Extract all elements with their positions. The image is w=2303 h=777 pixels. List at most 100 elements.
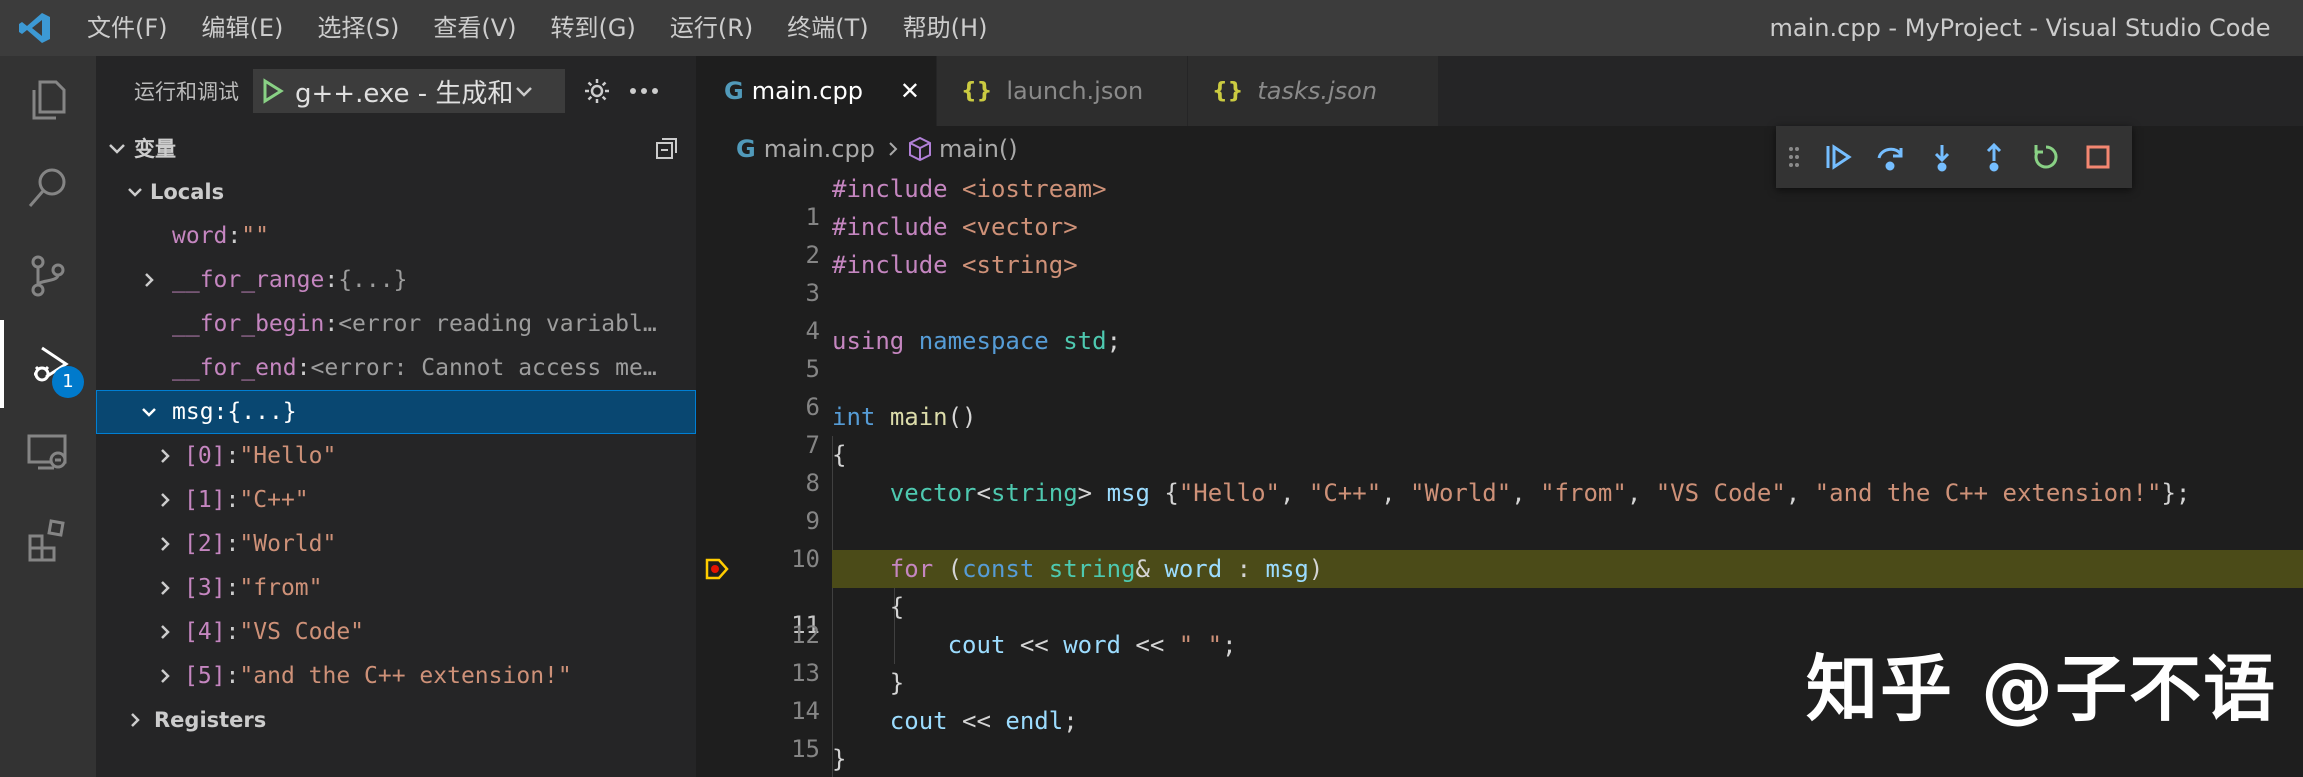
activity-search[interactable]	[0, 144, 96, 232]
activity-remote-explorer[interactable]	[0, 408, 96, 496]
token: msg	[1265, 555, 1309, 583]
code-line-current: 11 for (const string& word : msg)	[696, 550, 2303, 639]
code-line: 8 {	[696, 436, 2303, 497]
token: "from"	[1540, 479, 1627, 507]
tab-tasks-json[interactable]: {} tasks.json	[1188, 56, 1438, 126]
variable-row[interactable]: word: ""	[96, 214, 696, 258]
debug-config-select[interactable]: g++.exe - 生成和调试活动文件	[253, 69, 565, 113]
chevron-right-icon	[136, 270, 162, 290]
variable-sep: :	[225, 531, 240, 557]
chevron-down-icon	[109, 144, 125, 154]
token: <vector>	[947, 213, 1078, 241]
menu-view[interactable]: 查看(V)	[416, 0, 533, 56]
tab-main-cpp[interactable]: G main.cpp ✕	[696, 56, 936, 126]
variable-name: msg	[172, 399, 214, 425]
variable-value: "VS Code"	[239, 619, 365, 645]
variable-row-selected[interactable]: msg: {...}	[96, 390, 696, 434]
token: {	[832, 441, 847, 469]
menu-help[interactable]: 帮助(H)	[886, 0, 1005, 56]
files-icon	[32, 80, 66, 120]
code-line: 5 using namespace std;	[696, 322, 2303, 383]
chevron-right-icon	[152, 534, 178, 554]
menu-run[interactable]: 运行(R)	[653, 0, 770, 56]
token: }	[832, 745, 847, 773]
more-actions-icon[interactable]	[629, 87, 659, 95]
play-icon[interactable]	[261, 78, 285, 104]
variable-name: __for_range	[172, 267, 325, 293]
token: string	[1048, 555, 1136, 583]
menu-terminal[interactable]: 终端(T)	[770, 0, 885, 56]
variable-sep: :	[227, 223, 242, 249]
variable-sep: :	[296, 355, 311, 381]
variable-row[interactable]: [0]: "Hello"	[96, 434, 696, 478]
variable-value: "World"	[239, 531, 337, 557]
chevron-right-icon	[152, 622, 178, 642]
extensions-icon	[28, 519, 65, 562]
variable-sep: :	[324, 267, 339, 293]
activity-source-control[interactable]	[0, 232, 96, 320]
code-line: 3 #include <string>	[696, 246, 2303, 307]
token: " "	[1178, 631, 1223, 659]
code-line: 16 }	[696, 740, 2303, 777]
cpp-file-icon: G	[724, 77, 744, 105]
token: ()	[947, 403, 977, 431]
tab-launch-json[interactable]: {} launch.json	[937, 56, 1187, 126]
token: {	[1149, 479, 1179, 507]
menu-bar: 文件(F) 编辑(E) 选择(S) 查看(V) 转到(G) 运行(R) 终端(T…	[70, 0, 1004, 56]
chevron-right-icon	[889, 142, 898, 156]
variable-row[interactable]: __for_begin: <error reading variabl…	[96, 302, 696, 346]
chevron-right-icon	[152, 666, 178, 686]
variable-sep: :	[225, 575, 240, 601]
token: cout	[947, 631, 1006, 659]
token: ;	[1106, 327, 1122, 355]
close-icon[interactable]: ✕	[900, 77, 920, 105]
token: "C++"	[1308, 479, 1382, 507]
menu-edit[interactable]: 编辑(E)	[185, 0, 301, 56]
variable-row[interactable]: [2]: "World"	[96, 522, 696, 566]
activity-extensions[interactable]	[0, 496, 96, 584]
variable-name: __for_end	[172, 355, 297, 381]
search-icon	[28, 168, 66, 207]
menu-go[interactable]: 转到(G)	[534, 0, 653, 56]
debug-badge: 1	[52, 366, 84, 398]
variable-row[interactable]: __for_range: {...}	[96, 258, 696, 302]
activity-run-debug[interactable]: 1	[0, 320, 96, 408]
activity-explorer[interactable]	[0, 56, 96, 144]
cpp-file-icon: G	[736, 135, 756, 163]
variable-name: [2]	[184, 531, 226, 557]
menu-file[interactable]: 文件(F)	[70, 0, 185, 56]
chevron-right-icon	[122, 710, 148, 730]
breadcrumb-symbol[interactable]: main()	[939, 135, 1018, 163]
token: <<	[1120, 631, 1179, 659]
token: )	[1308, 555, 1324, 583]
registers-scope[interactable]: Registers	[96, 698, 696, 742]
variable-row[interactable]: [1]: "C++"	[96, 478, 696, 522]
variable-row[interactable]: [3]: "from"	[96, 566, 696, 610]
variable-row[interactable]: __for_end: <error: Cannot access me…	[96, 346, 696, 390]
locals-scope[interactable]: Locals	[96, 170, 696, 214]
debug-config-name: g++.exe - 生成和调试活动文件	[295, 78, 513, 109]
variable-row[interactable]: [4]: "VS Code"	[96, 610, 696, 654]
collapse-all-icon[interactable]	[654, 135, 680, 161]
run-debug-header: 运行和调试 g++.exe - 生成和调试活动文件	[96, 56, 696, 126]
code-line: 12 {	[696, 588, 2303, 649]
variable-row[interactable]: [5]: "and the C++ extension!"	[96, 654, 696, 698]
token: <iostream>	[947, 175, 1107, 203]
restart-icon	[2034, 145, 2058, 169]
watermark: 知乎 @子不语	[1806, 647, 2278, 731]
breadcrumb-file[interactable]: main.cpp	[764, 135, 875, 163]
variables-section-header[interactable]: 变量	[96, 126, 696, 170]
source-control-icon	[31, 255, 65, 297]
activity-bar: 1	[0, 56, 96, 777]
token: &	[1135, 555, 1150, 583]
variable-sep: :	[225, 443, 240, 469]
tab-label: launch.json	[1006, 77, 1144, 105]
remote-explorer-icon	[27, 434, 67, 470]
token: endl	[1005, 707, 1064, 735]
token: ,	[1511, 479, 1541, 507]
gear-icon[interactable]	[583, 77, 611, 105]
token: #include	[832, 175, 948, 203]
code-line: 7 int main()	[696, 398, 2303, 459]
menu-selection[interactable]: 选择(S)	[300, 0, 416, 56]
breakpoint-current-icon[interactable]	[704, 556, 730, 582]
